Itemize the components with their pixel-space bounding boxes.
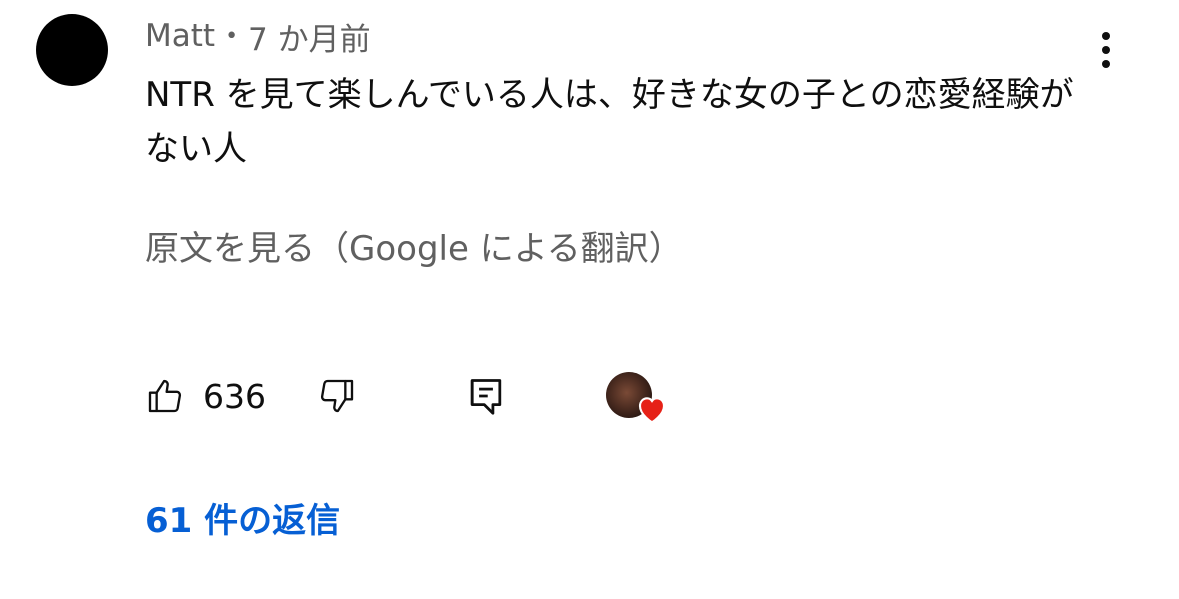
heart-icon — [638, 397, 666, 424]
comment-text: NTR を見て楽しんでいる人は、好きな女の子との恋愛経験がない人 — [145, 75, 1074, 169]
comment-actions: 636 — [145, 368, 705, 424]
more-options-button[interactable] — [1086, 28, 1126, 72]
like-button[interactable]: 636 — [145, 368, 266, 424]
dislike-button[interactable] — [317, 368, 357, 424]
author-name[interactable]: Matt — [145, 18, 215, 54]
view-replies-button[interactable]: 61 件の返信 — [145, 494, 340, 548]
comment-meta: Matt • 7 か月前 — [145, 14, 371, 58]
see-original-link[interactable]: 原文を見る（Google による翻訳） — [145, 222, 683, 276]
like-count: 636 — [203, 376, 266, 416]
thumb-down-icon — [320, 379, 354, 413]
meta-separator: • — [225, 23, 239, 49]
reply-button[interactable] — [467, 368, 505, 424]
thumb-up-icon — [148, 379, 182, 413]
more-vert-icon — [1102, 32, 1110, 68]
author-avatar[interactable] — [36, 14, 108, 86]
creator-heart-badge — [606, 370, 670, 426]
reply-comment-icon — [470, 379, 502, 415]
comment-timestamp[interactable]: 7 か月前 — [248, 14, 371, 59]
